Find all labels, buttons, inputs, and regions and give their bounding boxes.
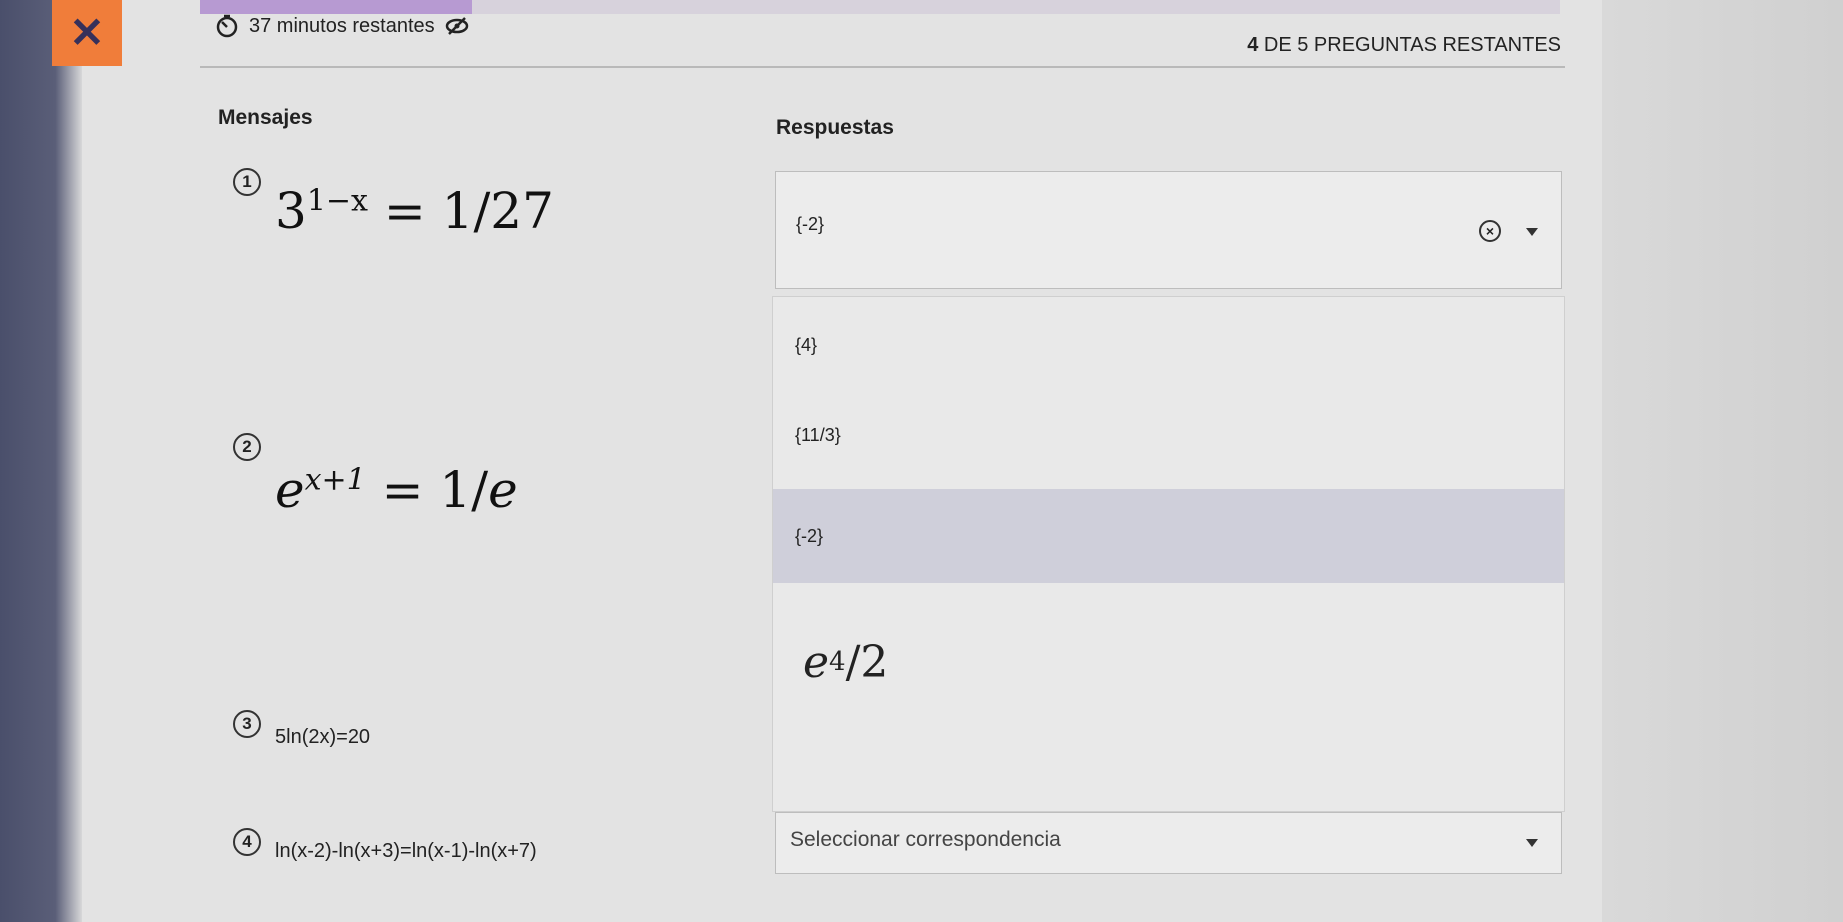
dropdown-option-highlighted[interactable]: {-2} — [773, 489, 1564, 583]
dropdown-option[interactable]: {4} — [773, 317, 1564, 373]
question-3: 3 5ln(2x)=20 — [233, 710, 370, 749]
answer-select-placeholder: Seleccionar correspondencia — [790, 828, 1061, 851]
question-formula: ln(x-2)-ln(x+3)=ln(x-1)-ln(x+7) — [275, 840, 537, 862]
question-number: 1 — [233, 168, 261, 196]
question-number: 4 — [233, 828, 261, 856]
question-formula: 31−x = 1/27 — [275, 182, 554, 240]
answer-dropdown: {4} {11/3} {-2} e 4/2 — [772, 296, 1565, 812]
question-1: 1 31−x = 1/27 — [233, 168, 554, 240]
remaining-text: DE 5 PREGUNTAS RESTANTES — [1263, 34, 1561, 56]
selected-answer: {-2} — [796, 214, 825, 234]
question-formula: 5ln(2x)=20 — [275, 726, 371, 748]
timer-text: 37 minutos restantes — [249, 14, 435, 37]
question-number: 3 — [233, 710, 261, 738]
question-2: 2 ex+1 = 1/e — [233, 433, 518, 519]
remaining-count: 4 — [1247, 34, 1259, 56]
question-number: 2 — [233, 433, 261, 461]
timer: 37 minutos restantes — [215, 14, 469, 38]
question-4: 4 ln(x-2)-ln(x+3)=ln(x-1)-ln(x+7) — [233, 828, 537, 863]
answer-select-1[interactable]: {-2} × — [775, 171, 1562, 289]
header-divider — [200, 66, 1565, 68]
x-circle-icon[interactable]: × — [1479, 220, 1501, 242]
question-formula: ex+1 = 1/e — [275, 461, 518, 519]
progress-bar-fill — [200, 0, 472, 14]
dropdown-option[interactable]: e 4/2 — [773, 617, 1564, 707]
messages-column-title: Mensajes — [218, 106, 313, 129]
progress-bar — [200, 0, 1560, 14]
stopwatch-icon — [216, 14, 238, 38]
caret-down-icon[interactable] — [1526, 228, 1538, 236]
questions-remaining: 4 DE 5 PREGUNTAS RESTANTES — [1247, 34, 1561, 57]
close-button[interactable]: ✕ — [52, 0, 122, 66]
dropdown-option[interactable]: {11/3} — [773, 407, 1564, 463]
hide-timer-icon[interactable] — [445, 14, 469, 38]
answers-column-title: Respuestas — [776, 116, 894, 139]
caret-down-icon[interactable] — [1526, 839, 1538, 847]
